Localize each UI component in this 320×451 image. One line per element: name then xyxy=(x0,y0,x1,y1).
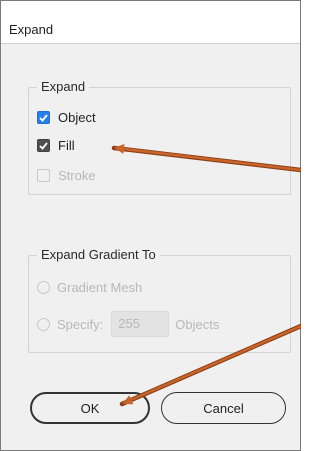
fill-checkbox[interactable] xyxy=(37,139,50,152)
specify-radio[interactable] xyxy=(37,317,50,331)
stroke-checkbox[interactable] xyxy=(37,169,50,182)
cancel-button[interactable]: Cancel xyxy=(161,392,286,424)
object-label: Object xyxy=(58,110,96,125)
objects-unit-label: Objects xyxy=(175,316,220,332)
dialog-body: Expand Object Fill Stroke Expand Gradien… xyxy=(1,44,300,450)
fill-checkbox-row[interactable]: Fill xyxy=(37,138,75,153)
checkmark-icon xyxy=(39,113,48,122)
checkmark-icon xyxy=(39,141,48,150)
gradient-mesh-label: Gradient Mesh xyxy=(57,280,143,295)
stroke-checkbox-row[interactable]: Stroke xyxy=(37,168,96,183)
title-bar: Expand xyxy=(1,1,300,44)
cancel-button-label: Cancel xyxy=(203,400,244,416)
gradient-mesh-radio-row[interactable]: Gradient Mesh xyxy=(37,280,142,295)
object-checkbox[interactable] xyxy=(37,111,50,124)
ok-button-label: OK xyxy=(80,400,100,416)
expand-dialog: Expand Expand Object Fill Stroke Expand … xyxy=(0,0,301,451)
ok-button[interactable]: OK xyxy=(30,392,150,424)
expand-gradient-legend: Expand Gradient To xyxy=(37,247,160,262)
stroke-label: Stroke xyxy=(58,168,96,183)
specify-label: Specify: xyxy=(57,316,104,332)
object-checkbox-row[interactable]: Object xyxy=(37,110,96,125)
expand-group: Expand Object Fill Stroke xyxy=(28,79,291,195)
expand-gradient-group: Expand Gradient To Gradient Mesh Specify… xyxy=(28,247,291,353)
gradient-mesh-radio[interactable] xyxy=(37,281,50,294)
specify-radio-row[interactable]: Specify: 255 Objects xyxy=(37,311,219,337)
dialog-title: Expand xyxy=(9,22,54,37)
specify-objects-field[interactable]: 255 xyxy=(111,311,170,337)
expand-group-legend: Expand xyxy=(37,79,90,94)
fill-label: Fill xyxy=(58,138,75,153)
